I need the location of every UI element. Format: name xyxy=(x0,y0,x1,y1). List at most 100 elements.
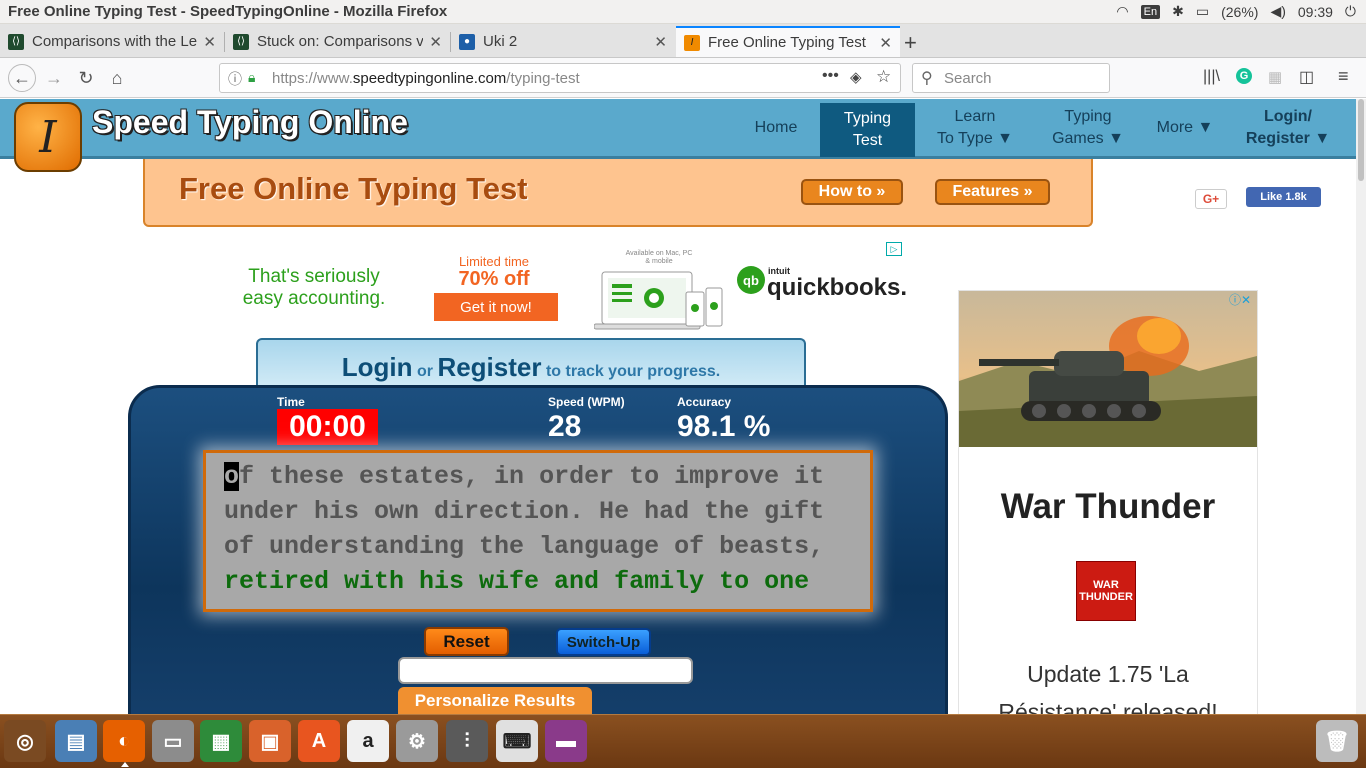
time-label: Time xyxy=(277,395,305,409)
close-icon[interactable]: ✕ xyxy=(203,33,216,51)
tab-uki[interactable]: ● Uki 2 ✕ xyxy=(451,26,675,57)
switch-up-button[interactable]: Switch-Up xyxy=(556,628,651,656)
quickbooks-logo-icon: qb xyxy=(737,266,765,294)
tab-typing-test[interactable]: I Free Online Typing Test ✕ xyxy=(676,26,900,57)
menu-home[interactable]: Home xyxy=(740,99,812,157)
new-tab-icon[interactable]: + xyxy=(904,30,917,56)
library-icon[interactable]: |||\ xyxy=(1203,68,1220,86)
window-title: Free Online Typing Test - SpeedTypingOnl… xyxy=(8,3,448,20)
tab-bar: ⟨⟩ Comparisons with the Le ✕ ⟨⟩ Stuck on… xyxy=(0,24,1366,58)
register-link[interactable]: Register xyxy=(437,352,541,382)
active-app-indicator xyxy=(121,762,129,767)
home-icon[interactable]: ⌂ xyxy=(105,66,129,90)
volume-icon[interactable]: ◀) xyxy=(1270,3,1285,20)
wifi-icon[interactable]: ◠ xyxy=(1116,3,1128,20)
trash-icon[interactable]: 🗑︎ xyxy=(1316,720,1358,762)
battery-percent: (26%) xyxy=(1221,3,1259,20)
image-viewer-icon[interactable]: ▤ xyxy=(55,720,97,762)
menu-label: To Type ▼ xyxy=(936,130,1014,147)
clock[interactable]: 09:39 xyxy=(1298,4,1333,20)
info-icon[interactable]: ⓘ xyxy=(228,69,242,89)
grammarly-icon[interactable]: G xyxy=(1236,68,1252,84)
quickbooks-ad[interactable]: That's seriously easy accounting. Limite… xyxy=(232,240,907,335)
google-plus-button[interactable]: G+ xyxy=(1195,189,1227,209)
settings-icon[interactable]: ⚙ xyxy=(396,720,438,762)
site-logo-text[interactable]: Speed Typing Online xyxy=(92,104,408,141)
tab-codecademy-icon: ⟨⟩ xyxy=(233,33,249,50)
url-bar[interactable]: ⓘ 🔒︎ https://www.speedtypingonline.com/t… xyxy=(219,63,901,93)
how-to-button[interactable]: How to » xyxy=(801,179,903,205)
battery-icon[interactable]: ▭ xyxy=(1196,3,1209,20)
bookmark-star-icon[interactable]: ☆ xyxy=(876,67,891,87)
page-scrollbar[interactable] xyxy=(1356,99,1366,715)
ad-devices-caption: Available on Mac, PC & mobile xyxy=(625,250,693,265)
ubuntu-dash-icon[interactable]: ◎ xyxy=(4,720,46,762)
keyboard-icon[interactable]: ⌨ xyxy=(496,720,538,762)
devices-illustration xyxy=(594,271,723,330)
menu-typing-test[interactable]: Typing Test xyxy=(820,103,915,157)
tab-codecademy-icon: ⟨⟩ xyxy=(8,33,24,50)
typing-text-area[interactable]: of these estates, in order to improve it… xyxy=(203,450,873,612)
adchoices-close-icon[interactable]: ⓘ✕ xyxy=(1229,291,1251,308)
login-line: Login or Register to track your progress… xyxy=(258,352,804,383)
reload-icon[interactable]: ↻ xyxy=(74,66,98,90)
menu-label: Learn xyxy=(954,108,996,125)
extension-icon[interactable]: ▦ xyxy=(1268,68,1282,86)
menu-login-register[interactable]: Login/ Register ▼ xyxy=(1240,99,1336,157)
url-text[interactable]: https://www.speedtypingonline.com/typing… xyxy=(272,70,580,87)
forward-icon[interactable]: → xyxy=(42,66,66,90)
tab-stuck-on[interactable]: ⟨⟩ Stuck on: Comparisons v ✕ xyxy=(225,26,450,57)
menu-label: Register ▼ xyxy=(1245,130,1331,147)
war-thunder-ad[interactable]: ⓘ✕ War Thunder WAR THUNDER Update 1.75 '… xyxy=(958,290,1258,725)
firefox-icon[interactable]: ◐ xyxy=(103,720,145,762)
files-icon[interactable]: ▭ xyxy=(152,720,194,762)
system-tray: ◠ En ✱ ▭ (26%) ◀) 09:39 ⏻ xyxy=(1116,3,1356,20)
page-actions-icon[interactable]: ••• xyxy=(822,67,839,85)
menu-label: More ▼ xyxy=(1156,119,1214,136)
tab-speedtyping-icon: I xyxy=(684,34,700,51)
features-button[interactable]: Features » xyxy=(935,179,1050,205)
tab-title: Uki 2 xyxy=(483,33,518,50)
menu-label: Games ▼ xyxy=(1052,130,1124,147)
menu-icon[interactable]: ≡ xyxy=(1338,66,1349,87)
navigation-bar: ← → ↻ ⌂ ⓘ 🔒︎ https://www.speedtypingonli… xyxy=(0,58,1366,98)
login-link[interactable]: Login xyxy=(342,352,413,382)
menu-learn-to-type[interactable]: Learn To Type ▼ xyxy=(930,99,1020,157)
menu-typing-games[interactable]: Typing Games ▼ xyxy=(1045,99,1131,157)
amazon-icon[interactable]: a xyxy=(347,720,389,762)
lock-icon: 🔒︎ xyxy=(248,69,256,85)
ad-tagline-line: That's seriously xyxy=(248,266,380,287)
close-icon[interactable]: ✕ xyxy=(879,34,892,52)
spreadsheet-icon[interactable]: ▦ xyxy=(200,720,242,762)
search-bar[interactable]: ⚲ Search xyxy=(912,63,1110,93)
reset-button[interactable]: Reset xyxy=(424,627,509,656)
menu-label: Login/ xyxy=(1264,108,1312,125)
mixer-icon[interactable]: ⫶ xyxy=(446,720,488,762)
close-icon[interactable]: ✕ xyxy=(654,33,667,51)
pocket-icon[interactable]: ◈ xyxy=(850,68,862,86)
tab-title: Comparisons with the Le xyxy=(32,33,198,50)
close-icon[interactable]: ✕ xyxy=(429,33,442,51)
software-center-icon[interactable]: A xyxy=(298,720,340,762)
personalize-results-button[interactable]: Personalize Results xyxy=(398,687,592,715)
presentation-icon[interactable]: ▣ xyxy=(249,720,291,762)
sidebar-icon[interactable]: ◫ xyxy=(1299,67,1314,87)
or-text: or xyxy=(416,363,433,380)
bluetooth-icon[interactable]: ✱ xyxy=(1172,3,1184,20)
facebook-like-button[interactable]: Like 1.8k xyxy=(1246,187,1321,207)
war-thunder-logo-icon: WAR THUNDER xyxy=(1076,561,1136,621)
menu-label: Typing xyxy=(843,110,892,127)
language-indicator[interactable]: En xyxy=(1140,4,1161,19)
scrollbar-thumb[interactable] xyxy=(1358,99,1364,181)
typing-input[interactable] xyxy=(398,657,693,684)
ad-cta-button[interactable]: Get it now! xyxy=(434,293,558,321)
tab-comparisons[interactable]: ⟨⟩ Comparisons with the Le ✕ xyxy=(0,26,224,57)
workspace-icon[interactable]: ▬ xyxy=(545,720,587,762)
speed-value: 28 xyxy=(548,410,582,443)
site-logo-icon[interactable]: I xyxy=(14,102,82,172)
logo-letter: I xyxy=(39,111,57,163)
adchoices-icon[interactable]: ▷ xyxy=(886,242,902,256)
menu-more[interactable]: More ▼ xyxy=(1152,99,1218,157)
back-icon[interactable]: ← xyxy=(8,64,36,92)
power-icon[interactable]: ⏻ xyxy=(1345,3,1356,20)
